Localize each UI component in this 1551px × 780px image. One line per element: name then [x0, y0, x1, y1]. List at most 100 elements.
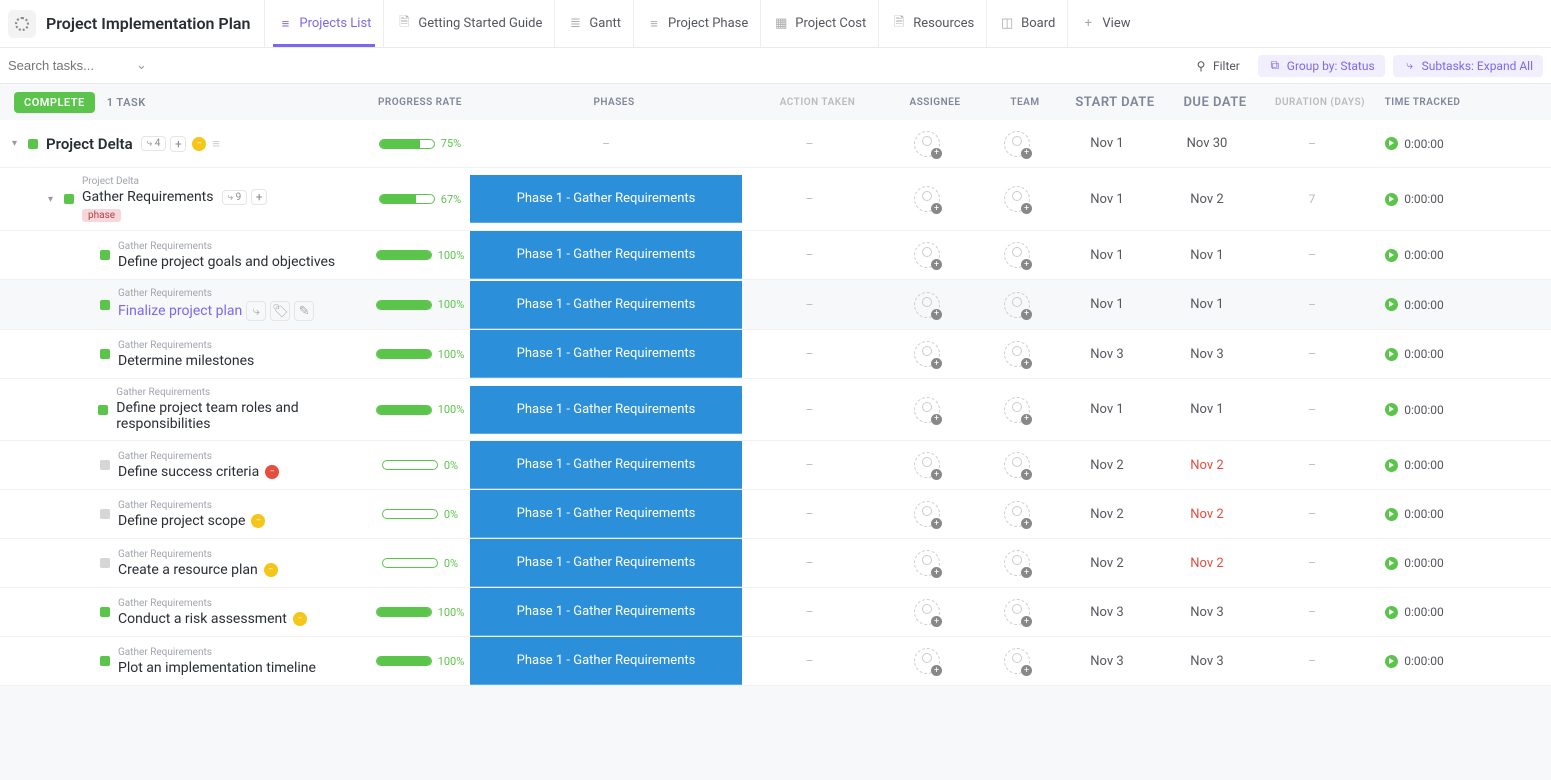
- team-cell[interactable]: [977, 292, 1057, 318]
- action-cell[interactable]: –: [742, 298, 877, 312]
- progress-cell[interactable]: 75%: [370, 137, 470, 150]
- edit-icon[interactable]: ✎: [294, 301, 314, 321]
- action-cell[interactable]: –: [742, 556, 877, 570]
- status-square[interactable]: [100, 509, 110, 519]
- col-assignee[interactable]: ASSIGNEE: [885, 97, 985, 108]
- groupby-button[interactable]: ⧉ Group by: Status: [1258, 55, 1385, 77]
- start-date[interactable]: Nov 1: [1057, 297, 1157, 312]
- team-cell[interactable]: [977, 452, 1057, 478]
- time-cell[interactable]: 0:00:00: [1367, 458, 1462, 472]
- status-badge[interactable]: COMPLETE: [14, 92, 95, 113]
- duration-cell[interactable]: –: [1257, 605, 1367, 619]
- task-row[interactable]: Gather RequirementsDetermine milestones1…: [0, 330, 1551, 379]
- status-square[interactable]: [100, 460, 110, 470]
- assignee-cell[interactable]: [877, 550, 977, 576]
- start-date[interactable]: Nov 2: [1057, 507, 1157, 522]
- priority-icon[interactable]: −: [265, 465, 279, 479]
- time-cell[interactable]: 0:00:00: [1367, 137, 1462, 151]
- assignee-cell[interactable]: [877, 599, 977, 625]
- task-name[interactable]: Project Delta: [46, 135, 133, 153]
- task-name[interactable]: Define project team roles and responsibi…: [116, 400, 362, 432]
- start-date[interactable]: Nov 1: [1057, 248, 1157, 263]
- start-date[interactable]: Nov 3: [1057, 654, 1157, 669]
- team-cell[interactable]: [977, 648, 1057, 674]
- due-date[interactable]: Nov 1: [1157, 297, 1257, 312]
- caret-icon[interactable]: ▾: [48, 194, 62, 205]
- task-name[interactable]: Determine milestones: [118, 353, 254, 369]
- progress-cell[interactable]: 67%: [370, 193, 470, 206]
- team-cell[interactable]: [977, 242, 1057, 268]
- task-row[interactable]: Gather RequirementsPlot an implementatio…: [0, 637, 1551, 686]
- due-date[interactable]: Nov 3: [1157, 347, 1257, 362]
- start-date[interactable]: Nov 3: [1057, 605, 1157, 620]
- progress-cell[interactable]: 0%: [370, 459, 470, 472]
- time-cell[interactable]: 0:00:00: [1367, 605, 1462, 619]
- action-cell[interactable]: –: [742, 192, 877, 206]
- action-cell[interactable]: –: [742, 458, 877, 472]
- phase-cell[interactable]: Phase 1 - Gather Requirements: [470, 386, 742, 434]
- due-date[interactable]: Nov 2: [1157, 192, 1257, 207]
- start-date[interactable]: Nov 1: [1057, 192, 1157, 207]
- due-date[interactable]: Nov 3: [1157, 605, 1257, 620]
- task-name[interactable]: Conduct a risk assessment: [118, 611, 287, 627]
- tab-board[interactable]: ◫Board: [986, 0, 1067, 47]
- action-cell[interactable]: –: [742, 347, 877, 361]
- start-date[interactable]: Nov 2: [1057, 556, 1157, 571]
- progress-cell[interactable]: 0%: [370, 508, 470, 521]
- duration-cell[interactable]: –: [1257, 298, 1367, 312]
- priority-icon[interactable]: −: [192, 137, 206, 151]
- priority-icon[interactable]: −: [251, 514, 265, 528]
- tab-getting-started-guide[interactable]: 🗎Getting Started Guide: [383, 0, 554, 47]
- task-name[interactable]: Create a resource plan: [118, 562, 258, 578]
- duration-cell[interactable]: –: [1257, 403, 1367, 417]
- add-subtask-button[interactable]: +: [170, 136, 186, 152]
- team-cell[interactable]: [977, 341, 1057, 367]
- task-row[interactable]: Gather RequirementsDefine project scope−…: [0, 490, 1551, 539]
- phase-cell[interactable]: –: [470, 137, 742, 151]
- tag-icon[interactable]: 🏷: [270, 301, 290, 321]
- caret-icon[interactable]: ▾: [12, 138, 26, 149]
- progress-cell[interactable]: 100%: [370, 606, 470, 619]
- progress-cell[interactable]: 100%: [370, 298, 470, 311]
- duration-cell[interactable]: –: [1257, 248, 1367, 262]
- add-subtask-button[interactable]: +: [251, 189, 267, 205]
- col-time[interactable]: TIME TRACKED: [1375, 97, 1470, 108]
- task-name[interactable]: Define success criteria: [118, 464, 259, 480]
- app-icon[interactable]: [8, 10, 36, 38]
- time-cell[interactable]: 0:00:00: [1367, 403, 1462, 417]
- assignee-cell[interactable]: [877, 501, 977, 527]
- progress-cell[interactable]: 100%: [370, 403, 470, 416]
- team-cell[interactable]: [977, 550, 1057, 576]
- progress-cell[interactable]: 100%: [370, 655, 470, 668]
- duration-cell[interactable]: –: [1257, 458, 1367, 472]
- assignee-cell[interactable]: [877, 341, 977, 367]
- phase-cell[interactable]: Phase 1 - Gather Requirements: [470, 281, 742, 329]
- due-date[interactable]: Nov 2: [1157, 507, 1257, 522]
- action-cell[interactable]: –: [742, 654, 877, 668]
- phase-cell[interactable]: Phase 1 - Gather Requirements: [470, 231, 742, 279]
- col-action[interactable]: ACTION TAKEN: [750, 97, 885, 108]
- team-cell[interactable]: [977, 186, 1057, 212]
- status-square[interactable]: [98, 405, 108, 415]
- start-date[interactable]: Nov 1: [1057, 402, 1157, 417]
- status-square[interactable]: [100, 250, 110, 260]
- col-start[interactable]: START DATE: [1065, 95, 1165, 110]
- task-name[interactable]: Define project goals and objectives: [118, 254, 335, 270]
- assignee-cell[interactable]: [877, 648, 977, 674]
- status-square[interactable]: [28, 139, 38, 149]
- assignee-cell[interactable]: [877, 186, 977, 212]
- team-cell[interactable]: [977, 397, 1057, 423]
- time-cell[interactable]: 0:00:00: [1367, 298, 1462, 312]
- filter-button[interactable]: ⚲ Filter: [1184, 55, 1250, 77]
- due-date[interactable]: Nov 2: [1157, 458, 1257, 473]
- status-square[interactable]: [100, 349, 110, 359]
- start-date[interactable]: Nov 2: [1057, 458, 1157, 473]
- due-date[interactable]: Nov 30: [1157, 136, 1257, 151]
- assignee-cell[interactable]: [877, 452, 977, 478]
- task-row[interactable]: Gather RequirementsConduct a risk assess…: [0, 588, 1551, 637]
- priority-icon[interactable]: −: [293, 612, 307, 626]
- tab-gantt[interactable]: ≣Gantt: [554, 0, 633, 47]
- time-cell[interactable]: 0:00:00: [1367, 654, 1462, 668]
- task-row[interactable]: Gather RequirementsCreate a resource pla…: [0, 539, 1551, 588]
- task-name[interactable]: Define project scope: [118, 513, 245, 529]
